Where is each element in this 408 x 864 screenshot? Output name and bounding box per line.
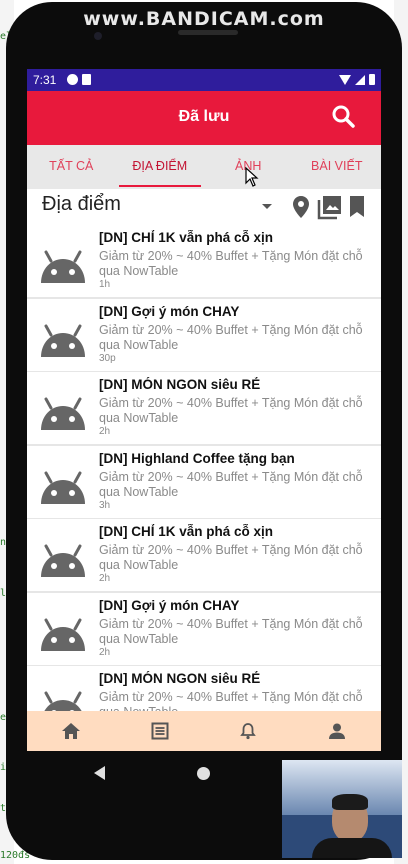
mouse-cursor-icon (245, 167, 259, 187)
status-time: 7:31 (33, 73, 57, 87)
notification-icon (67, 74, 78, 85)
nav-home-button[interactable] (51, 711, 91, 751)
battery-icon (369, 74, 375, 85)
wifi-icon (339, 74, 351, 85)
item-description: Giảm từ 20% ~ 40% Buffet + Tặng Món đặt … (99, 616, 363, 646)
webcam-overlay (282, 760, 402, 858)
phone-speaker (178, 30, 238, 35)
photo-library-icon[interactable] (317, 194, 343, 220)
page-title: Đã lưu (178, 108, 230, 125)
item-description: Giảm từ 20% ~ 40% Buffet + Tặng Món đặt … (99, 690, 363, 711)
item-time: 2h (99, 573, 111, 584)
item-description: Giảm từ 20% ~ 40% Buffet + Tặng Món đặt … (99, 249, 363, 278)
bottom-navigation (27, 711, 381, 751)
nav-notifications-button[interactable] (228, 711, 268, 751)
item-title: [DN] CHỈ 1K vẫn phá cỗ xịn (99, 230, 274, 245)
signal-icon (355, 74, 365, 85)
item-description: Giảm từ 20% ~ 40% Buffet + Tặng Món đặt … (99, 396, 363, 425)
nav-profile-button[interactable] (317, 711, 357, 751)
home-icon (62, 723, 81, 739)
item-time: 2h (99, 646, 111, 658)
tab-posts[interactable]: BÀI VIẾT (293, 145, 382, 189)
webcam-person-body (312, 838, 392, 858)
list-item[interactable]: [DN] Gợi ý món CHAY Giảm từ 20% ~ 40% Bu… (27, 592, 381, 665)
android-placeholder-icon (39, 544, 87, 577)
phone-camera (94, 32, 102, 40)
item-title: [DN] Gợi ý món CHAY (99, 303, 240, 319)
item-time: 30p (99, 352, 116, 364)
list-item[interactable]: [DN] CHỈ 1K vẫn phá cỗ xịn Giảm từ 20% ~… (27, 519, 381, 591)
item-title: [DN] CHỈ 1K vẫn phá cỗ xịn (99, 524, 274, 539)
list-item[interactable]: [DN] Highland Coffee tặng bạn Giảm từ 20… (27, 445, 381, 518)
item-title: [DN] Gợi ý món CHAY (99, 597, 240, 613)
list-item[interactable]: [DN] MÓN NGON siêu RẺ Giảm từ 20% ~ 40% … (27, 372, 381, 444)
android-placeholder-icon (39, 397, 87, 430)
item-description: Giảm từ 20% ~ 40% Buffet + Tặng Món đặt … (99, 322, 363, 352)
location-pin-icon[interactable] (290, 194, 312, 220)
item-title: [DN] Highland Coffee tặng bạn (99, 450, 295, 466)
item-title: [DN] MÓN NGON siêu RẺ (99, 671, 261, 686)
nav-list-button[interactable] (140, 711, 180, 751)
dropdown-arrow-icon[interactable] (262, 204, 272, 209)
android-placeholder-icon (39, 250, 87, 283)
list-item[interactable]: [DN] CHỈ 1K vẫn phá cỗ xịn Giảm từ 20% ~… (27, 225, 381, 297)
filter-bar: Địa điểm (27, 189, 381, 225)
list-item[interactable]: [DN] Gợi ý món CHAY Giảm từ 20% ~ 40% Bu… (27, 298, 381, 371)
system-back-button[interactable] (94, 766, 105, 780)
item-time: 3h (99, 499, 111, 511)
item-description: Giảm từ 20% ~ 40% Buffet + Tặng Món đặt … (99, 543, 363, 572)
tab-all[interactable]: TẤT CẢ (27, 145, 116, 189)
saved-places-list: [DN] CHỈ 1K vẫn phá cỗ xịn Giảm từ 20% ~… (27, 225, 381, 711)
bookmark-icon[interactable] (347, 194, 367, 220)
item-title: [DN] MÓN NGON siêu RẺ (99, 377, 261, 392)
android-placeholder-icon (39, 471, 87, 504)
app-screen: 7:31 Đã lưu TẤT CẢ ĐỊA ĐIỂM ẢNH BÀI VIẾT… (27, 69, 381, 751)
search-button[interactable] (329, 102, 359, 132)
system-home-button[interactable] (197, 767, 210, 780)
status-bar: 7:31 (27, 69, 381, 91)
recorder-watermark: www.BANDICAM.com (83, 8, 325, 30)
android-placeholder-icon (39, 618, 87, 651)
profile-icon (328, 723, 345, 739)
item-description: Giảm từ 20% ~ 40% Buffet + Tặng Món đặt … (99, 469, 363, 499)
item-time: 1h (99, 279, 111, 290)
sd-card-icon (82, 74, 91, 85)
app-bar: Đã lưu (27, 91, 381, 145)
webcam-person-hair (332, 794, 368, 810)
tab-bar: TẤT CẢ ĐỊA ĐIỂM ẢNH BÀI VIẾT (27, 145, 381, 189)
android-placeholder-icon (39, 691, 87, 711)
item-time: 2h (99, 426, 111, 437)
bell-icon (240, 723, 257, 740)
category-dropdown[interactable]: Địa điểm (42, 193, 121, 216)
search-icon (332, 105, 355, 128)
android-placeholder-icon (39, 324, 87, 357)
list-icon (151, 722, 169, 740)
list-item[interactable]: [DN] MÓN NGON siêu RẺ Giảm từ 20% ~ 40% … (27, 666, 381, 711)
tab-places[interactable]: ĐỊA ĐIỂM (116, 145, 205, 189)
